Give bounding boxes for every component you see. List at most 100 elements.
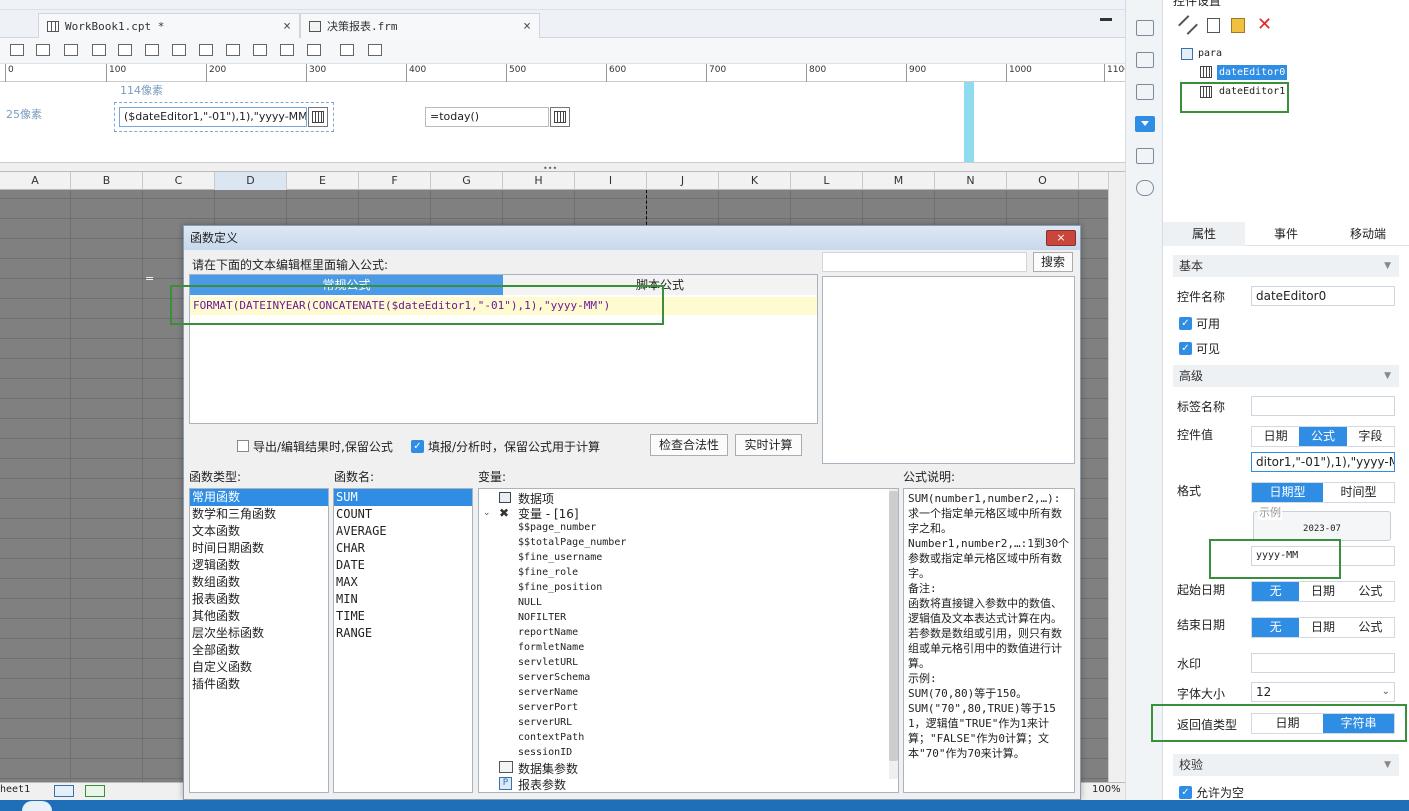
end-date-none[interactable]: 无 <box>1252 618 1300 637</box>
tree-widget-icon[interactable] <box>280 44 294 56</box>
list-item[interactable]: serverName <box>518 685 626 700</box>
layout-icon[interactable] <box>1136 20 1154 36</box>
list-item[interactable]: $fine_username <box>518 550 626 565</box>
check-validity-button[interactable]: 检查合法性 <box>650 434 728 456</box>
realtime-calc-button[interactable]: 实时计算 <box>735 434 802 456</box>
list-item[interactable]: 逻辑函数 <box>190 557 328 574</box>
date-editor1-widget[interactable]: =today() <box>425 107 549 127</box>
search-result-panel[interactable] <box>822 276 1075 464</box>
list-item[interactable]: servletURL <box>518 655 626 670</box>
list-item[interactable]: NOFILTER <box>518 610 626 625</box>
section-basic[interactable]: 基本 ▼ <box>1173 255 1399 277</box>
column-b[interactable]: B <box>71 172 143 190</box>
column-h[interactable]: H <box>503 172 575 190</box>
column-c[interactable]: C <box>143 172 215 190</box>
frame-icon[interactable] <box>1136 84 1154 100</box>
widget-lib-icon[interactable] <box>1136 52 1154 68</box>
more-widget-icon[interactable] <box>368 44 382 56</box>
combo-widget-icon[interactable] <box>92 44 106 56</box>
close-icon[interactable]: × <box>283 19 291 34</box>
cut-icon[interactable] <box>1178 15 1198 35</box>
list-item[interactable]: RANGE <box>334 625 472 642</box>
control-name-input[interactable]: dateEditor0 <box>1251 286 1395 306</box>
column-i[interactable]: I <box>575 172 647 190</box>
textarea-widget-icon[interactable] <box>172 44 186 56</box>
dropdown-widget-icon[interactable] <box>64 44 78 56</box>
list-item[interactable]: 全部函数 <box>190 642 328 659</box>
tab-events[interactable]: 事件 <box>1245 222 1327 246</box>
list-item[interactable]: 层次坐标函数 <box>190 625 328 642</box>
list-item[interactable]: 数组函数 <box>190 574 328 591</box>
list-item[interactable]: reportName <box>518 625 626 640</box>
list-item[interactable]: COUNT <box>334 506 472 523</box>
column-n[interactable]: N <box>935 172 1007 190</box>
list-item[interactable]: $fine_position <box>518 580 626 595</box>
list-item[interactable]: serverSchema <box>518 670 626 685</box>
column-f[interactable]: F <box>359 172 431 190</box>
column-l[interactable]: L <box>791 172 863 190</box>
date-widget-icon[interactable] <box>118 44 132 56</box>
format-mode-time[interactable]: 时间型 <box>1323 483 1394 502</box>
tab-workbook[interactable]: WorkBook1.cpt * × <box>38 13 300 38</box>
list-item[interactable]: DATE <box>334 557 472 574</box>
search-button[interactable]: 搜索 <box>1033 252 1073 272</box>
vertical-scrollbar[interactable] <box>1108 172 1125 782</box>
list-item[interactable]: CHAR <box>334 540 472 557</box>
list-item[interactable]: 插件函数 <box>190 676 328 693</box>
vertical-scrollbar[interactable] <box>889 489 898 779</box>
enabled-checkbox[interactable]: ✓ <box>1179 317 1192 330</box>
list-item[interactable]: 文本函数 <box>190 523 328 540</box>
splitter-handle[interactable]: ••• <box>0 162 1125 173</box>
list-item[interactable]: 数学和三角函数 <box>190 506 328 523</box>
list-item[interactable]: $$page_number <box>518 520 626 535</box>
value-mode-field[interactable]: 字段 <box>1346 427 1394 446</box>
list-item[interactable]: contextPath <box>518 730 626 745</box>
format-mode-date[interactable]: 日期型 <box>1252 483 1323 502</box>
list-item[interactable]: $$totalPage_number <box>518 535 626 550</box>
section-advanced[interactable]: 高级 ▼ <box>1173 365 1399 387</box>
control-settings-icon[interactable] <box>1135 116 1155 132</box>
list-item[interactable]: MIN <box>334 591 472 608</box>
start-button[interactable] <box>22 801 52 811</box>
column-j[interactable]: J <box>647 172 719 190</box>
list-item[interactable]: NULL <box>518 595 626 610</box>
list-item[interactable]: 其他函数 <box>190 608 328 625</box>
tree-root[interactable]: para <box>1198 48 1222 59</box>
column-e[interactable]: E <box>287 172 359 190</box>
number-widget-icon[interactable] <box>145 44 159 56</box>
tree-report-params[interactable]: 报表参数 <box>518 776 566 792</box>
text-widget-icon[interactable] <box>36 44 50 56</box>
column-g[interactable]: G <box>431 172 503 190</box>
list-item[interactable]: MAX <box>334 574 472 591</box>
column-k[interactable]: K <box>719 172 791 190</box>
txt-widget-icon[interactable] <box>253 44 267 56</box>
tree-item-dateeditor0[interactable]: dateEditor0 <box>1217 65 1288 80</box>
visible-checkbox[interactable]: ✓ <box>1179 342 1192 355</box>
list-item[interactable]: serverPort <box>518 700 626 715</box>
tag-name-input[interactable] <box>1251 396 1395 416</box>
label-widget-icon[interactable] <box>10 44 24 56</box>
value-mode-date[interactable]: 日期 <box>1252 427 1300 446</box>
keep-formula-export-checkbox[interactable] <box>237 440 249 452</box>
close-icon[interactable]: × <box>1046 230 1076 246</box>
list-item[interactable]: serverURL <box>518 715 626 730</box>
tab-mobile[interactable]: 移动端 <box>1327 222 1409 246</box>
list-item[interactable]: SUM <box>334 489 472 506</box>
tab-properties[interactable]: 属性 <box>1163 222 1245 246</box>
value-formula-input[interactable]: ditor1,"-01"),1),"yyyy-MM") <box>1251 452 1395 472</box>
date-editor0-widget[interactable]: ($dateEditor1,"-01"),1),"yyyy-MM") <box>119 107 307 127</box>
close-icon[interactable]: × <box>523 19 531 34</box>
checkbox-widget-icon[interactable] <box>226 44 240 56</box>
section-validate[interactable]: 校验 ▼ <box>1173 754 1399 776</box>
end-date-formula[interactable]: 公式 <box>1346 618 1394 637</box>
add-sheet-icon[interactable] <box>54 785 74 797</box>
list-item[interactable]: 时间日期函数 <box>190 540 328 557</box>
tab-decision-report[interactable]: 决策报表.frm × <box>300 13 540 38</box>
value-mode-formula[interactable]: 公式 <box>1299 427 1347 446</box>
button-widget-icon[interactable] <box>340 44 354 56</box>
start-date-formula[interactable]: 公式 <box>1346 582 1394 601</box>
list-item[interactable]: 常用函数 <box>190 489 328 506</box>
delete-icon[interactable]: ✕ <box>1257 14 1272 35</box>
list-item[interactable]: formletName <box>518 640 626 655</box>
column-a[interactable]: A <box>0 172 71 190</box>
